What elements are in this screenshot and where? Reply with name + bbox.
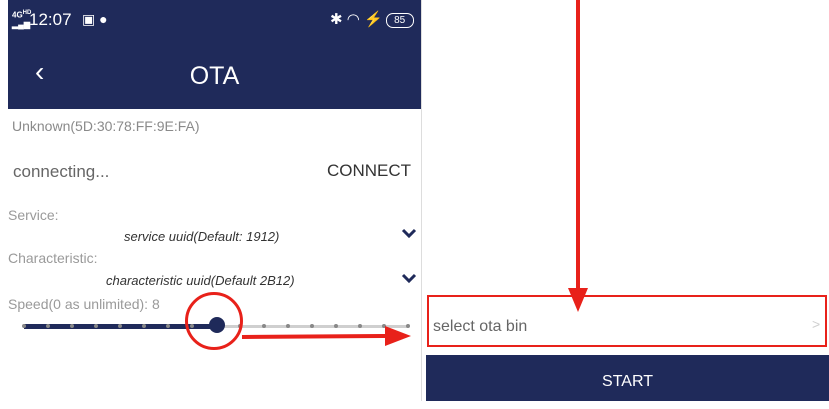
speed-label: Speed(0 as unlimited): 8 bbox=[8, 296, 160, 312]
characteristic-label: Characteristic: bbox=[8, 250, 98, 266]
status-bar: 4GHD ▂▄▆ 12:07 ▣ ● ✱ ◠ ⚡ 85 bbox=[8, 0, 421, 38]
speed-slider-tick bbox=[286, 324, 290, 328]
speed-slider-tick bbox=[46, 324, 50, 328]
chevron-down-icon[interactable] bbox=[401, 227, 417, 239]
start-button[interactable]: START bbox=[426, 355, 829, 401]
annotation-circle bbox=[185, 292, 243, 350]
speed-slider-tick bbox=[94, 324, 98, 328]
speed-slider-tick bbox=[70, 324, 74, 328]
status-time: 12:07 bbox=[29, 10, 72, 29]
service-label: Service: bbox=[8, 207, 59, 223]
notification-icons: ▣ ● bbox=[82, 11, 108, 27]
chevron-down-icon[interactable] bbox=[401, 272, 417, 284]
speed-slider-tick bbox=[382, 324, 386, 328]
service-uuid-field[interactable]: service uuid(Default: 1912) bbox=[124, 229, 279, 244]
speed-slider-tick bbox=[358, 324, 362, 328]
speed-slider-tick bbox=[118, 324, 122, 328]
speed-slider-tick bbox=[22, 324, 26, 328]
speed-slider-tick bbox=[406, 324, 410, 328]
battery-indicator: 85 bbox=[385, 12, 414, 28]
status-icons: ✱ ◠ ⚡ 85 bbox=[330, 10, 414, 28]
app-bar: ‹ OTA bbox=[8, 38, 421, 109]
characteristic-uuid-field[interactable]: characteristic uuid(Default 2B12) bbox=[106, 273, 295, 288]
select-ota-bin-label: select ota bin bbox=[433, 318, 528, 335]
speed-slider-tick bbox=[310, 324, 314, 328]
device-name: Unknown(5D:30:78:FF:9E:FA) bbox=[12, 118, 200, 134]
connection-status: connecting... bbox=[13, 162, 110, 181]
speed-slider-tick bbox=[166, 324, 170, 328]
speed-slider-tick bbox=[142, 324, 146, 328]
page-title: OTA bbox=[189, 62, 240, 90]
connect-button[interactable]: CONNECT bbox=[327, 161, 411, 181]
chevron-right-icon: > bbox=[812, 316, 821, 332]
speed-slider-tick bbox=[334, 324, 338, 328]
speed-slider-tick bbox=[262, 324, 266, 328]
